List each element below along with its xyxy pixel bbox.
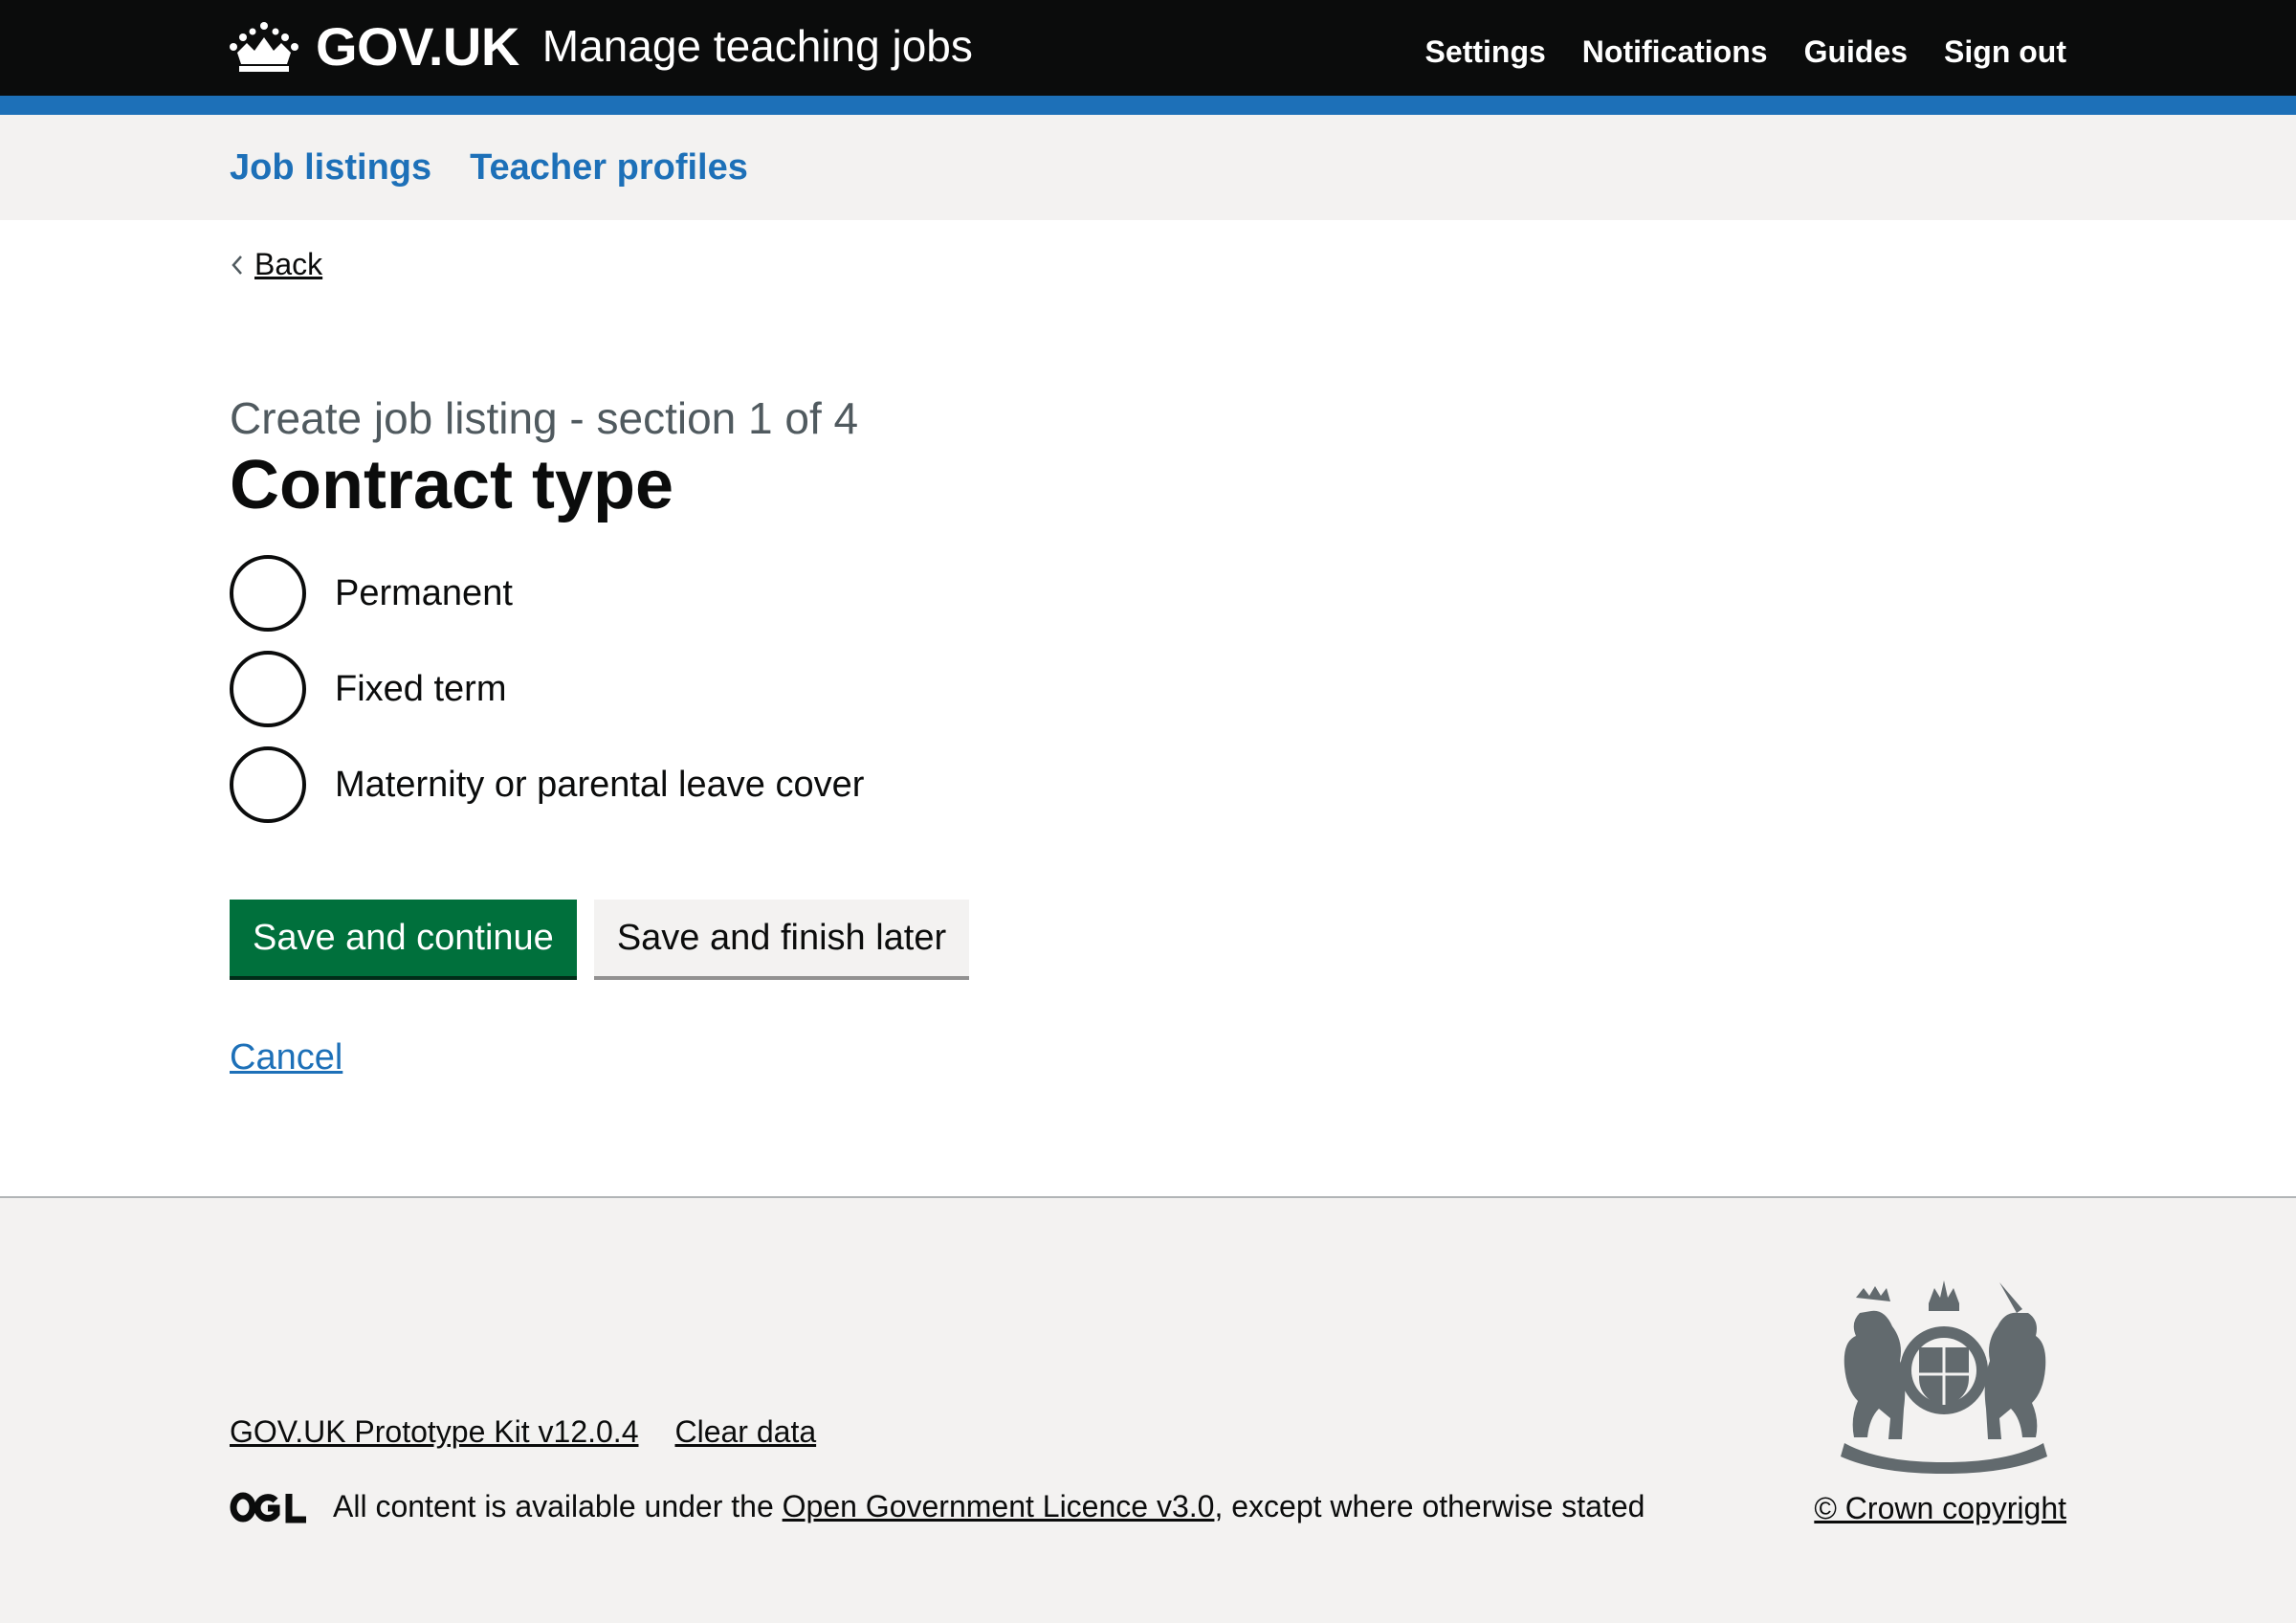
- header-navigation: Settings Notifications Guides Sign out: [1425, 34, 2066, 70]
- page-title: Contract type: [230, 447, 674, 523]
- licence-link[interactable]: Open Government Licence v3.0: [783, 1489, 1215, 1523]
- radio-button[interactable]: [230, 555, 306, 632]
- radio-item-maternity-cover[interactable]: Maternity or parental leave cover: [230, 746, 864, 823]
- crown-copyright-link[interactable]: © Crown copyright: [1814, 1491, 2066, 1526]
- site-header: GOV.UK Manage teaching jobs Settings Not…: [0, 0, 2296, 96]
- licence-text: All content is available under the Open …: [333, 1489, 1645, 1524]
- licence-suffix: , except where otherwise stated: [1214, 1489, 1645, 1523]
- footer-links: GOV.UK Prototype Kit v12.0.4 Clear data: [230, 1414, 816, 1450]
- nav-notifications[interactable]: Notifications: [1582, 34, 1768, 70]
- contract-type-radios: Permanent Fixed term Maternity or parent…: [230, 555, 864, 842]
- form-caption: Create job listing - section 1 of 4: [230, 393, 859, 443]
- licence-statement: All content is available under the Open …: [230, 1489, 1645, 1524]
- radio-label[interactable]: Maternity or parental leave cover: [335, 765, 864, 806]
- save-and-continue-button[interactable]: Save and continue: [230, 900, 577, 976]
- back-link-label: Back: [254, 247, 323, 281]
- cancel-link[interactable]: Cancel: [230, 1037, 342, 1078]
- radio-label[interactable]: Permanent: [335, 573, 513, 614]
- save-and-finish-later-button[interactable]: Save and finish later: [593, 900, 970, 976]
- radio-item-permanent[interactable]: Permanent: [230, 555, 864, 632]
- form-buttons: Save and continue Save and finish later: [230, 900, 970, 976]
- sub-navigation: Job listings Teacher profiles: [0, 115, 2296, 220]
- radio-item-fixed-term[interactable]: Fixed term: [230, 651, 864, 727]
- govuk-brand: GOV.UK: [316, 15, 519, 77]
- service-name[interactable]: Manage teaching jobs: [542, 20, 973, 72]
- ogl-logo-icon: [230, 1492, 306, 1523]
- radio-button[interactable]: [230, 651, 306, 727]
- subnav-teacher-profiles[interactable]: Teacher profiles: [470, 147, 748, 189]
- nav-settings[interactable]: Settings: [1425, 34, 1546, 70]
- site-footer: GOV.UK Prototype Kit v12.0.4 Clear data …: [0, 1196, 2296, 1623]
- footer-link-clear-data[interactable]: Clear data: [674, 1414, 816, 1450]
- back-chevron-icon: [232, 255, 242, 275]
- nav-guides[interactable]: Guides: [1804, 34, 1908, 70]
- subnav-job-listings[interactable]: Job listings: [230, 147, 431, 189]
- govuk-home-link[interactable]: GOV.UK Manage teaching jobs: [230, 15, 973, 77]
- back-link[interactable]: Back: [230, 247, 322, 282]
- radio-button[interactable]: [230, 746, 306, 823]
- licence-prefix: All content is available under the: [333, 1489, 783, 1523]
- header-blue-bar: [0, 96, 2296, 115]
- royal-coat-of-arms-icon: [1841, 1280, 2047, 1474]
- crown-icon: [230, 22, 298, 72]
- nav-sign-out[interactable]: Sign out: [1944, 34, 2066, 70]
- radio-label[interactable]: Fixed term: [335, 669, 506, 710]
- footer-link-prototype-kit[interactable]: GOV.UK Prototype Kit v12.0.4: [230, 1414, 638, 1450]
